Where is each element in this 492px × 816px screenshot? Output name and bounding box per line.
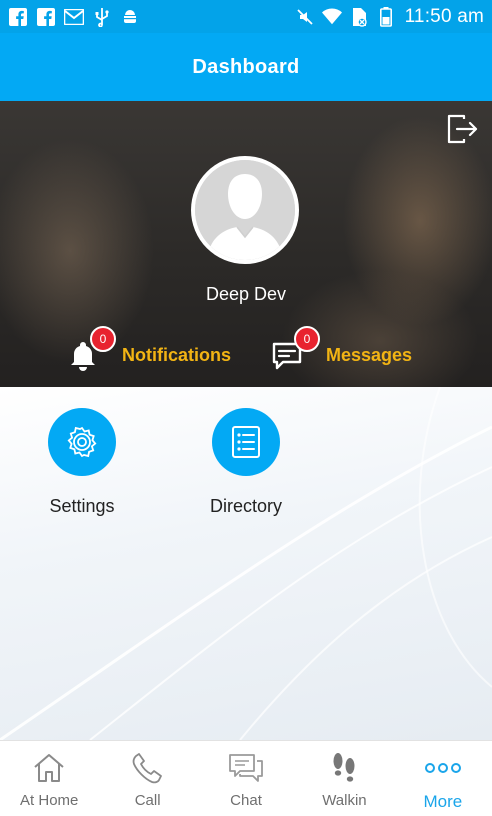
nav-label: More bbox=[423, 792, 463, 811]
directory-label: Directory bbox=[209, 496, 282, 516]
main-content: Settings Directory bbox=[0, 387, 492, 740]
more-dots-icon bbox=[423, 751, 463, 785]
battery-icon bbox=[376, 6, 396, 27]
nav-label: At Home bbox=[20, 792, 79, 809]
app-bar: Dashboard bbox=[0, 33, 492, 101]
gear-icon bbox=[48, 408, 116, 476]
wifi-icon bbox=[321, 7, 342, 27]
avatar[interactable] bbox=[191, 156, 299, 264]
profile-header: Deep Dev 0 Notifications 0 Messages bbox=[0, 101, 492, 387]
nav-chat[interactable]: Chat bbox=[197, 741, 295, 816]
usb-icon bbox=[92, 7, 112, 27]
status-bar-system: 11:50 am bbox=[295, 6, 484, 28]
logout-button[interactable] bbox=[444, 113, 480, 149]
no-sim-icon bbox=[349, 7, 369, 27]
chat-icon bbox=[226, 751, 266, 785]
default-avatar-icon bbox=[195, 160, 295, 260]
directory-tile[interactable]: Directory bbox=[186, 408, 306, 517]
list-icon bbox=[212, 408, 280, 476]
status-bar: 11:50 am bbox=[0, 0, 492, 33]
logout-icon bbox=[445, 112, 479, 151]
nav-walkin[interactable]: Walkin bbox=[295, 741, 393, 816]
facebook-icon bbox=[8, 7, 28, 27]
nav-call[interactable]: Call bbox=[98, 741, 196, 816]
messages-link[interactable]: 0 Messages bbox=[270, 326, 413, 372]
nav-label: Chat bbox=[230, 792, 262, 809]
status-bar-notifications bbox=[8, 7, 140, 27]
nav-at-home[interactable]: At Home bbox=[0, 741, 98, 816]
gmail-icon bbox=[64, 7, 84, 27]
user-name: Deep Dev bbox=[205, 284, 287, 304]
messages-badge: 0 bbox=[294, 326, 320, 352]
nav-label: Call bbox=[134, 792, 161, 809]
notifications-label: Notifications bbox=[122, 344, 232, 365]
message-icon: 0 bbox=[270, 326, 320, 372]
notifications-badge: 0 bbox=[90, 326, 116, 352]
mute-icon bbox=[295, 7, 315, 27]
android-debug-icon bbox=[120, 7, 140, 27]
page-title: Dashboard bbox=[192, 55, 300, 78]
settings-label: Settings bbox=[49, 496, 115, 516]
phone-icon bbox=[128, 751, 168, 785]
messages-label: Messages bbox=[326, 344, 413, 365]
home-icon bbox=[29, 751, 69, 785]
nav-label: Walkin bbox=[322, 792, 367, 809]
status-time: 11:50 am bbox=[404, 5, 484, 27]
notifications-link[interactable]: 0 Notifications bbox=[66, 326, 232, 372]
nav-more[interactable]: More bbox=[394, 741, 492, 816]
bottom-navigation: At Home Call Chat Walkin More bbox=[0, 740, 492, 816]
facebook-icon bbox=[36, 7, 56, 27]
bell-icon: 0 bbox=[66, 326, 116, 372]
footprints-icon bbox=[324, 751, 364, 785]
settings-tile[interactable]: Settings bbox=[22, 408, 142, 517]
